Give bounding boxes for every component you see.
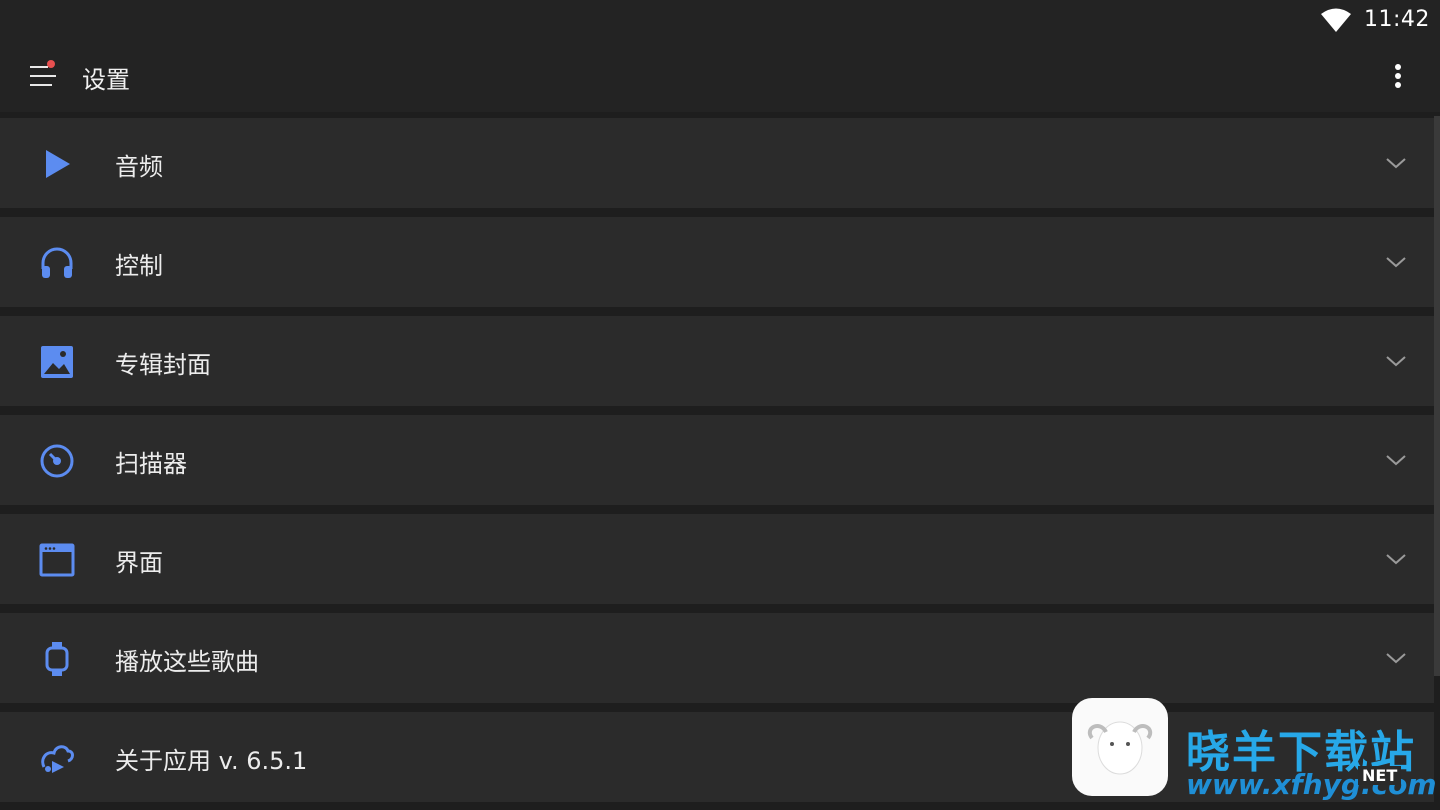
image-icon <box>41 346 73 378</box>
menu-icon <box>30 60 56 86</box>
status-bar: 11:42 <box>0 0 1440 40</box>
watermark: 晓羊下载站 www.xfhyg.com NET <box>1072 698 1440 801</box>
settings-item-audio[interactable]: 音频 <box>0 118 1434 208</box>
more-vert-icon <box>1395 64 1401 88</box>
chevron-down-icon <box>1386 554 1406 565</box>
headphones-icon <box>41 247 73 278</box>
settings-item-label: 界面 <box>115 549 163 577</box>
settings-item-label: 控制 <box>115 252 163 280</box>
watch-icon <box>45 642 69 676</box>
settings-item-label: 播放这些歌曲 <box>115 648 259 676</box>
chevron-down-icon <box>1386 257 1406 268</box>
menu-button[interactable] <box>24 56 64 96</box>
scanner-icon <box>40 444 74 478</box>
chevron-down-icon <box>1386 653 1406 664</box>
app-bar: 设置 <box>0 40 1440 112</box>
settings-item-interface[interactable]: 界面 <box>0 514 1434 604</box>
settings-item-label: 扫描器 <box>115 450 187 478</box>
settings-item-controls[interactable]: 控制 <box>0 217 1434 307</box>
play-icon <box>46 150 70 178</box>
app-logo-icon <box>41 745 74 773</box>
scrollbar[interactable] <box>1434 116 1440 676</box>
settings-item-play-these-songs[interactable]: 播放这些歌曲 <box>0 613 1434 703</box>
overflow-menu-button[interactable] <box>1378 56 1418 96</box>
watermark-logo <box>1072 698 1168 796</box>
watermark-net: NET <box>1358 766 1402 785</box>
settings-item-album-art[interactable]: 专辑封面 <box>0 316 1434 406</box>
chevron-down-icon <box>1386 356 1406 367</box>
sheep-icon <box>1087 721 1153 775</box>
wifi-icon <box>1321 8 1351 32</box>
chevron-down-icon <box>1386 455 1406 466</box>
page-title: 设置 <box>82 66 130 94</box>
chevron-down-icon <box>1386 158 1406 169</box>
status-time: 11:42 <box>1364 7 1430 32</box>
window-icon <box>39 543 75 577</box>
settings-item-label: 关于应用 v. 6.5.1 <box>115 747 308 775</box>
settings-item-label: 专辑封面 <box>115 351 211 379</box>
notification-dot <box>47 60 55 68</box>
settings-item-scanner[interactable]: 扫描器 <box>0 415 1434 505</box>
settings-item-label: 音频 <box>115 153 163 181</box>
